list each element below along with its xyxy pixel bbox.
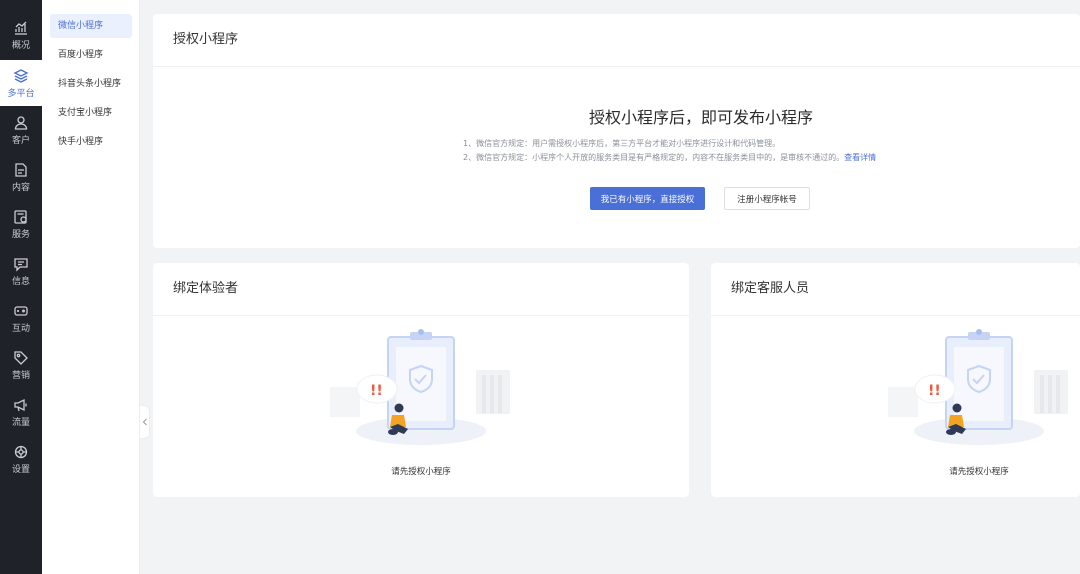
- authorize-card: 授权小程序 授权小程序后，即可发布小程序 1、微信官方规定：用户需授权小程序后，…: [153, 14, 1080, 248]
- rail-item-interaction[interactable]: 互动: [0, 295, 42, 341]
- rail-label: 设置: [11, 464, 30, 475]
- rail-label: 营销: [11, 370, 30, 381]
- bind-tester-card: 绑定体验者 !! 请先授权小程序: [153, 263, 689, 497]
- rule-line-2: 2、微信官方规定：小程序个人开放的服务类目是有严格规定的，内容不在服务类目中的，…: [463, 152, 876, 163]
- empty-state-text: 请先授权小程序: [391, 467, 451, 477]
- card-title: 授权小程序: [173, 32, 239, 47]
- collapse-sidebar-handle[interactable]: [140, 405, 150, 439]
- rail-label: 流量: [11, 417, 30, 428]
- card-divider: [153, 315, 689, 316]
- rail-label: 多平台: [7, 88, 35, 99]
- settings-icon: [13, 444, 29, 460]
- card-divider: [711, 315, 1080, 316]
- card-title: 绑定体验者: [173, 281, 239, 296]
- chevron-left-icon: [142, 418, 147, 426]
- rail-label: 客户: [11, 135, 30, 146]
- submenu-item-douyin[interactable]: 抖音头条小程序: [50, 72, 132, 96]
- rail-item-message[interactable]: 信息: [0, 248, 42, 294]
- submenu-item-alipay[interactable]: 支付宝小程序: [50, 101, 132, 125]
- bind-customer-service-card: 绑定客服人员 !! 请先授权小程序: [711, 263, 1080, 497]
- rail-label: 概况: [11, 40, 30, 51]
- rail-item-customer[interactable]: 客户: [0, 107, 42, 153]
- submenu-item-baidu[interactable]: 百度小程序: [50, 43, 132, 67]
- layers-icon: [13, 68, 29, 84]
- rail-item-overview[interactable]: 概况: [0, 12, 42, 58]
- gamepad-icon: [13, 303, 29, 319]
- rule-text: 2、微信官方规定：小程序个人开放的服务类目是有严格规定的，内容不在服务类目中的，…: [463, 153, 845, 162]
- rule-line-1: 1、微信官方规定：用户需授权小程序后，第三方平台才能对小程序进行设计和代码管理。: [463, 139, 781, 148]
- svg-text:!!: !!: [928, 383, 941, 399]
- rail-item-service[interactable]: 服务: [0, 201, 42, 247]
- message-icon: [13, 256, 29, 272]
- empty-state-text: 请先授权小程序: [949, 467, 1009, 477]
- card-divider: [153, 66, 1080, 67]
- platform-submenu: 微信小程序 百度小程序 抖音头条小程序 支付宝小程序 快手小程序: [42, 0, 140, 574]
- svg-text:!!: !!: [370, 383, 383, 399]
- service-icon: [13, 209, 29, 225]
- register-account-button[interactable]: 注册小程序帐号: [724, 187, 810, 210]
- document-icon: [13, 162, 29, 178]
- rail-item-traffic[interactable]: 流量: [0, 389, 42, 435]
- chart-icon: [13, 20, 29, 36]
- rail-item-marketing[interactable]: 营销: [0, 342, 42, 388]
- tag-icon: [13, 350, 29, 366]
- rail-label: 服务: [11, 229, 30, 240]
- rail-label: 内容: [11, 182, 30, 193]
- authorize-headline: 授权小程序后，即可发布小程序: [588, 108, 813, 127]
- submenu-item-wechat[interactable]: 微信小程序: [50, 14, 132, 38]
- rail-item-settings[interactable]: 设置: [0, 436, 42, 482]
- main-nav-rail: 概况 多平台 客户 内容 服务 信息 互动 营销 流量 设置: [0, 0, 42, 574]
- card-title: 绑定客服人员: [731, 281, 810, 296]
- view-details-link[interactable]: 查看详情: [844, 153, 876, 162]
- megaphone-icon: [13, 397, 29, 413]
- empty-state-illustration: !!: [884, 325, 1074, 455]
- rail-item-content[interactable]: 内容: [0, 154, 42, 200]
- submenu-item-kuaishou[interactable]: 快手小程序: [50, 130, 132, 154]
- rail-item-multiplatform[interactable]: 多平台: [0, 60, 42, 106]
- authorize-existing-button[interactable]: 我已有小程序，直接授权: [590, 187, 705, 210]
- user-icon: [13, 115, 29, 131]
- rail-label: 信息: [11, 276, 30, 287]
- empty-state-illustration: !!: [326, 325, 516, 455]
- rail-label: 互动: [11, 323, 30, 334]
